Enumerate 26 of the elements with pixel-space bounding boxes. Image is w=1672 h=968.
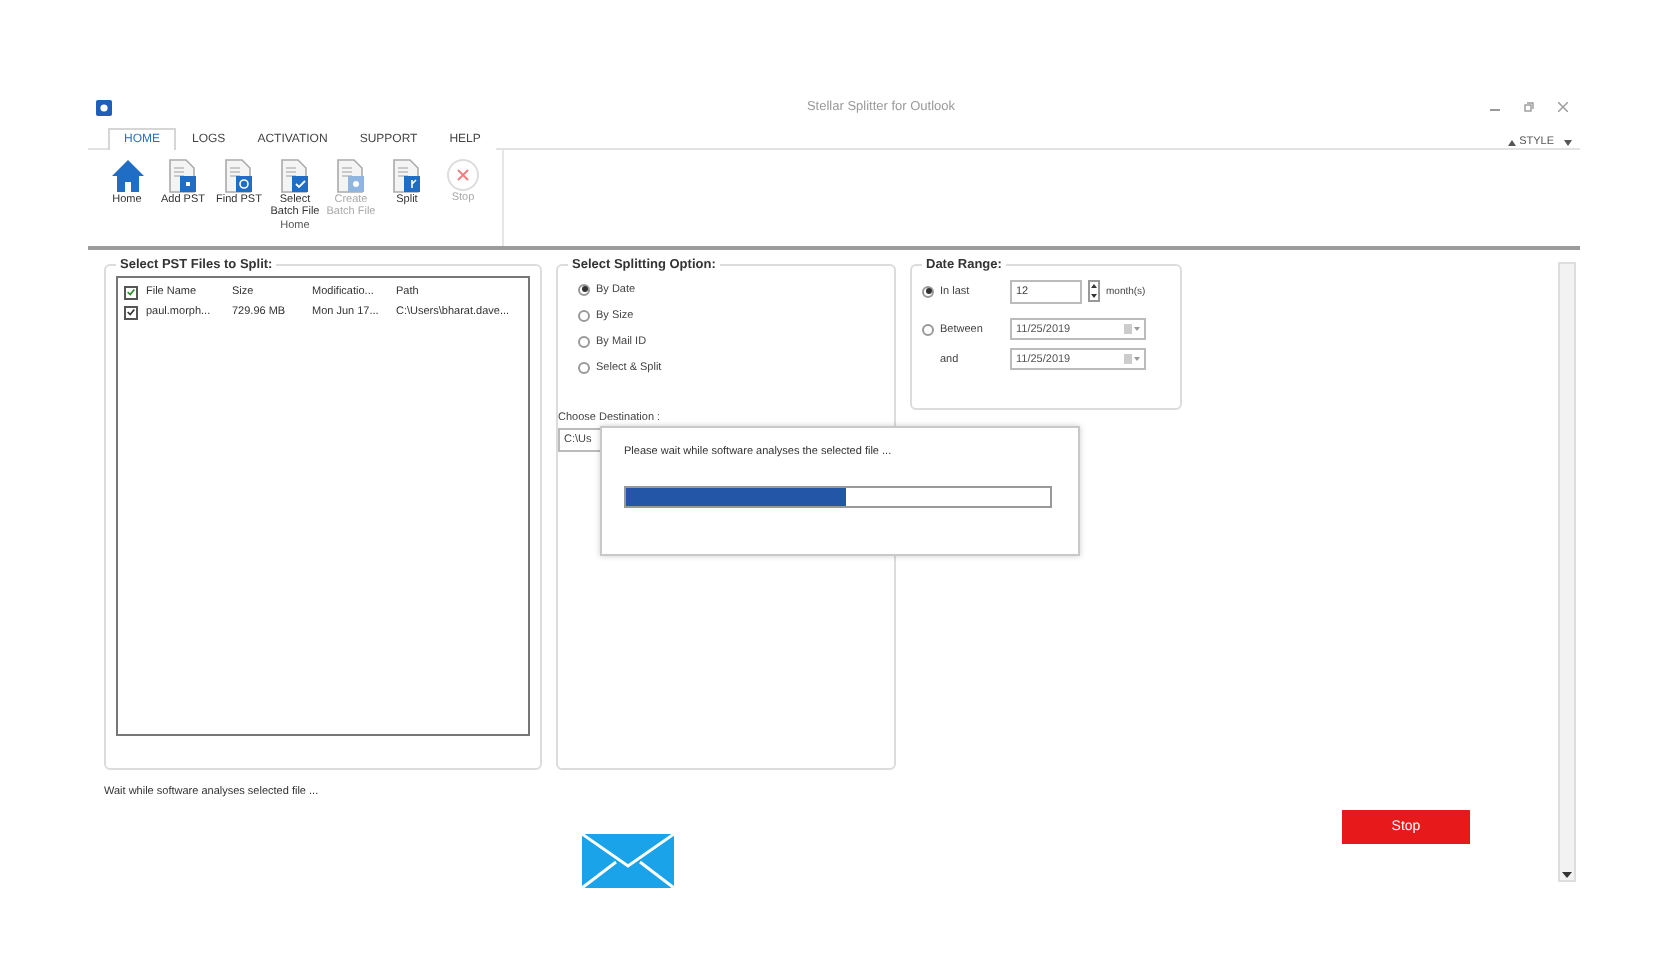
restore-icon[interactable] [1524, 102, 1534, 112]
calendar-dropdown-icon[interactable] [1124, 324, 1140, 334]
document-icon [392, 158, 422, 194]
document-icon [168, 158, 198, 194]
caret-down-icon[interactable] [1564, 139, 1572, 145]
radio-button[interactable] [922, 323, 934, 335]
scrollbar[interactable] [1558, 262, 1576, 882]
spinner-icon[interactable] [1088, 280, 1100, 302]
checkbox[interactable] [124, 305, 138, 319]
radio-button[interactable] [578, 283, 590, 295]
radio-button[interactable] [922, 285, 934, 297]
radio-button[interactable] [578, 361, 590, 373]
document-icon [280, 158, 310, 194]
caret-up-icon[interactable] [1507, 139, 1516, 145]
document-icon [224, 158, 254, 194]
calendar-dropdown-icon[interactable] [1124, 354, 1140, 364]
checkbox[interactable] [124, 285, 138, 299]
scroll-down-icon[interactable] [1562, 872, 1572, 880]
close-icon [446, 158, 480, 192]
radio-button[interactable] [578, 335, 590, 347]
envelope-icon [582, 834, 674, 888]
app-logo-icon [96, 99, 112, 115]
radio-button[interactable] [578, 309, 590, 321]
home-icon [109, 158, 145, 194]
close-icon[interactable] [1558, 102, 1568, 112]
document-icon [336, 158, 366, 194]
